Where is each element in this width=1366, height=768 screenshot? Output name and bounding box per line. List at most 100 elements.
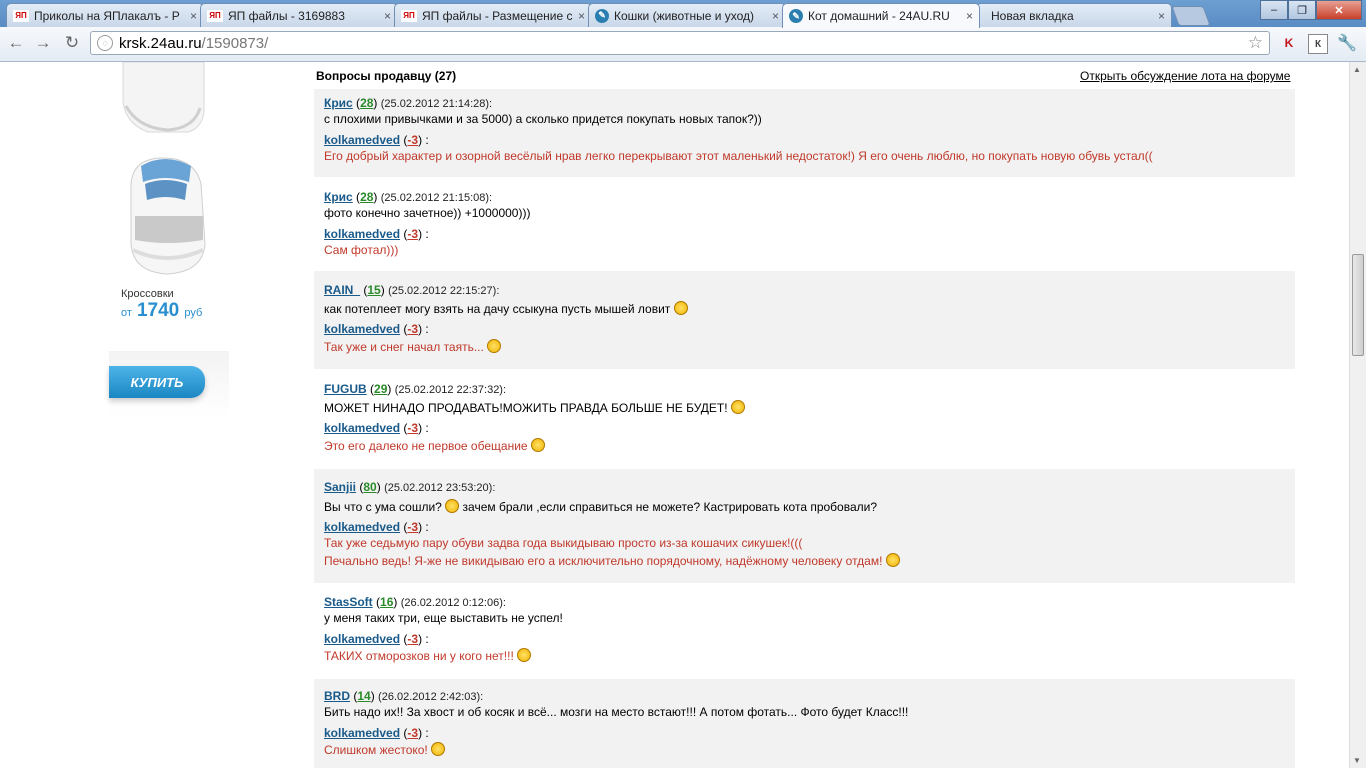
author-rating[interactable]: 15	[367, 283, 380, 297]
star-icon[interactable]: ☆	[1248, 33, 1263, 53]
24au-favicon-icon: ✎	[595, 8, 609, 23]
question-text: как потеплеет могу взять на дачу ссыкуна…	[324, 302, 671, 316]
tab-title: ЯП файлы - Размещение с	[422, 8, 573, 23]
tab-yaplakal-files[interactable]: ЯП ЯП файлы - 3169883 ×	[200, 3, 398, 27]
question-text-part1: Вы что с ума сошли?	[324, 500, 442, 514]
seller-link[interactable]: kolkamedved	[324, 726, 400, 740]
author-link[interactable]: Крис	[324, 96, 353, 110]
sneaker-image-top[interactable]	[118, 62, 210, 134]
question-text: Бить надо их!! За хвост и об косяк и всё…	[324, 705, 909, 719]
kaspersky-extension-icon[interactable]: K	[1280, 34, 1298, 52]
price-prefix: от	[121, 307, 132, 319]
question-text: МОЖЕТ НИНАДО ПРОДАВАТЬ!МОЖИТЬ ПРАВДА БОЛ…	[324, 401, 728, 415]
tab-close-icon[interactable]: ×	[190, 9, 197, 23]
answer-text: Сам фотал)))	[324, 243, 399, 257]
minimize-icon[interactable]: –	[1260, 0, 1288, 20]
url-path: /1590873/	[201, 34, 269, 52]
reload-icon[interactable]: ↻	[61, 33, 83, 53]
answer-text: Печально ведь! Я-же не викидываю его а и…	[324, 554, 883, 568]
scroll-down-arrow-icon[interactable]: ▼	[1353, 756, 1361, 765]
seller-rating[interactable]: -3	[407, 520, 418, 534]
tab-close-icon[interactable]: ×	[384, 9, 391, 23]
buy-button[interactable]: КУПИТЬ	[109, 366, 205, 398]
answer-text: Так уже седьмую пару обуви задва года вы…	[324, 536, 803, 550]
angry-smiley-icon	[445, 499, 460, 513]
smile-smiley-icon	[730, 400, 745, 414]
author-rating[interactable]: 28	[360, 190, 373, 204]
url-host: krsk.24au.ru	[119, 34, 202, 52]
wink-smiley-icon	[885, 553, 900, 567]
smile-smiley-icon	[517, 648, 532, 662]
tab-cats[interactable]: ✎ Кошки (животные и уход) ×	[588, 3, 786, 27]
new-tab-button[interactable]	[1171, 6, 1211, 26]
address-bar[interactable]: ◌ krsk.24au.ru /1590873/ ☆	[90, 31, 1270, 55]
question-item: StasSoft (16) (26.02.2012 0:12:06): у ме…	[324, 595, 563, 663]
seller-rating[interactable]: -3	[407, 322, 418, 336]
tab-new[interactable]: Новая вкладка ×	[976, 3, 1172, 27]
seller-link[interactable]: kolkamedved	[324, 421, 400, 435]
tab-yaplakal-jokes[interactable]: ЯП Приколы на ЯПлакалъ - Р ×	[6, 3, 204, 27]
author-link[interactable]: Крис	[324, 190, 353, 204]
scroll-up-arrow-icon[interactable]: ▲	[1353, 65, 1361, 74]
window-close-icon[interactable]: ✕	[1316, 0, 1362, 20]
yaplakal-favicon-icon: ЯП	[401, 9, 417, 22]
seller-link[interactable]: kolkamedved	[324, 322, 400, 336]
tab-close-icon[interactable]: ×	[966, 9, 973, 23]
question-item: Крис (28) (25.02.2012 21:14:28): с плохи…	[314, 89, 1295, 177]
grin-smiley-icon	[673, 301, 688, 315]
product-price: от 1740 руб	[121, 300, 202, 322]
tab-strip: ЯП Приколы на ЯПлакалъ - Р × ЯП ЯП файлы…	[0, 0, 1366, 28]
question-date: (25.02.2012 22:37:32):	[394, 384, 507, 396]
sneaker-image-bottom[interactable]	[123, 154, 209, 278]
seller-link[interactable]: kolkamedved	[324, 133, 400, 147]
seller-link[interactable]: kolkamedved	[324, 632, 400, 646]
author-rating[interactable]: 80	[363, 480, 376, 494]
author-link[interactable]: BRD	[324, 689, 350, 703]
author-rating[interactable]: 14	[357, 689, 370, 703]
author-link[interactable]: FUGUB	[324, 382, 367, 396]
tab-title: Кошки (животные и уход)	[614, 8, 755, 23]
question-item: FUGUB (29) (25.02.2012 22:37:32): МОЖЕТ …	[314, 369, 1295, 469]
seller-rating[interactable]: -3	[407, 227, 418, 241]
page-content: Кроссовки от 1740 руб КУПИТЬ Вопросы про…	[0, 62, 1349, 768]
back-arrow-icon[interactable]: ←	[5, 33, 27, 53]
tab-title: Новая вкладка	[991, 8, 1074, 23]
wink-smiley-icon	[487, 339, 502, 353]
seller-rating[interactable]: -3	[407, 421, 418, 435]
seller-link[interactable]: kolkamedved	[324, 520, 400, 534]
question-item: RAIN_ (15) (25.02.2012 22:15:27): как по…	[314, 271, 1295, 369]
k-extension-icon[interactable]: К	[1308, 34, 1328, 54]
question-date: (26.02.2012 0:12:06):	[400, 597, 506, 609]
price-value: 1740	[136, 300, 180, 321]
tab-close-icon[interactable]: ×	[1158, 9, 1165, 23]
yaplakal-favicon-icon: ЯП	[207, 9, 223, 22]
tab-yaplakal-upload[interactable]: ЯП ЯП файлы - Размещение с ×	[394, 3, 592, 27]
forward-arrow-icon[interactable]: →	[32, 33, 54, 53]
tab-cat-domestic[interactable]: ✎ Кот домашний - 24AU.RU ×	[782, 3, 980, 28]
maximize-icon[interactable]: ❐	[1288, 0, 1316, 20]
answer-text: Слишком жестоко!	[324, 743, 428, 757]
seller-link[interactable]: kolkamedved	[324, 227, 400, 241]
author-link[interactable]: StasSoft	[324, 595, 373, 609]
forum-discussion-link[interactable]: Открыть обсуждение лота на форуме	[1080, 69, 1290, 83]
question-text-part2: зачем брали ,если справиться не можете? …	[462, 500, 878, 514]
scrollbar-thumb[interactable]	[1352, 254, 1364, 356]
page-info-icon[interactable]: ◌	[97, 35, 113, 51]
author-link[interactable]: Sanjii	[324, 480, 356, 494]
question-date: (25.02.2012 22:15:27):	[388, 285, 500, 297]
author-link[interactable]: RAIN_	[324, 283, 360, 297]
vertical-scrollbar[interactable]: ▲ ▼	[1349, 62, 1366, 768]
seller-rating[interactable]: -3	[407, 632, 418, 646]
tab-close-icon[interactable]: ×	[772, 9, 779, 23]
tab-close-icon[interactable]: ×	[578, 9, 585, 23]
seller-rating[interactable]: -3	[407, 726, 418, 740]
browser-toolbar: ← → ↻ ◌ krsk.24au.ru /1590873/ ☆ K К 🔧	[0, 27, 1366, 62]
product-name[interactable]: Кроссовки	[121, 288, 174, 300]
author-rating[interactable]: 28	[360, 96, 373, 110]
answer-text: Так уже и снег начал таять...	[324, 340, 484, 354]
question-date: (25.02.2012 23:53:20):	[384, 482, 496, 494]
author-rating[interactable]: 16	[380, 595, 393, 609]
wrench-icon[interactable]: 🔧	[1337, 34, 1357, 52]
author-rating[interactable]: 29	[374, 382, 387, 396]
seller-rating[interactable]: -3	[407, 133, 418, 147]
